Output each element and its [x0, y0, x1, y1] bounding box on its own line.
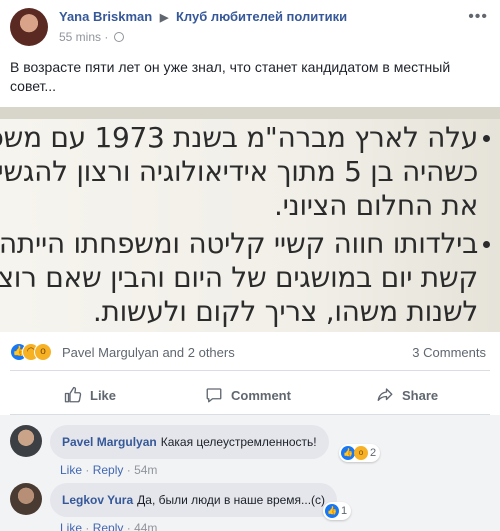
comment-button[interactable]: Comment [205, 376, 291, 414]
post-header: Yana Briskman ▶ Клуб любителей политики … [0, 0, 500, 50]
comment-reaction-count: 1 [341, 505, 348, 517]
post-meta: 55 mins · [59, 30, 124, 44]
globe-icon [113, 32, 124, 42]
like-reaction-icon: 👍 [341, 446, 355, 460]
thumbs-up-icon [64, 386, 82, 403]
comment-reply-link[interactable]: Reply [93, 463, 124, 477]
wow-reaction-icon: o [354, 446, 368, 460]
comment-text: Да, были люди в наше время...(с) [137, 493, 326, 507]
author-name[interactable]: Yana Briskman [59, 9, 152, 24]
wow-reaction-icon: o [34, 343, 52, 361]
bullet-icon [483, 135, 490, 142]
comment-text: Какая целеустремленность! [160, 435, 317, 449]
comment-like-link[interactable]: Like [60, 463, 82, 477]
commenter-avatar[interactable] [10, 425, 42, 457]
action-bar: Like Comment Share [0, 376, 500, 414]
like-button[interactable]: Like [64, 376, 116, 414]
comments-section: Pavel Margulyan Какая целеустремленность… [0, 415, 500, 531]
commenter-name[interactable]: Legkov Yura [62, 493, 133, 507]
more-options-icon[interactable]: ••• [468, 8, 488, 26]
comment-label: Comment [231, 387, 291, 403]
divider [10, 370, 490, 371]
comment-bubble: Pavel Margulyan Какая целеустремленность… [50, 425, 329, 459]
photo-text-line: בילדותו חווה קשיי קליטה ומשפחתו הייתה [0, 227, 478, 260]
photo-top-strip [0, 107, 500, 119]
commenter-name[interactable]: Pavel Margulyan [62, 435, 157, 449]
photo-text-line: לשנות משהו, צריך לקום ולעשות. [92, 295, 478, 328]
share-icon [377, 388, 393, 401]
comment-time[interactable]: 44m [134, 521, 157, 531]
commenter-avatar[interactable] [10, 483, 42, 515]
comments-count[interactable]: 3 Comments [412, 345, 486, 360]
share-label: Share [402, 387, 439, 403]
author-line: Yana Briskman ▶ Клуб любителей политики [59, 9, 347, 24]
like-label: Like [90, 387, 117, 403]
comment-icon [206, 388, 222, 403]
comment-like-link[interactable]: Like [60, 521, 82, 531]
post-stats: 👍 ◠ o Pavel Margulyan and 2 others 3 Com… [0, 340, 500, 366]
photo-text-line: עלה לארץ מברה"מ בשנת 1973 עם משפחתו [0, 121, 478, 154]
post-photo[interactable]: עלה לארץ מברה"מ בשנת 1973 עם משפחתו כשהי… [0, 107, 500, 332]
comment-actions: Like · Reply · 44m [60, 521, 157, 531]
comment-actions: Like · Reply · 54m [60, 463, 158, 477]
post-time[interactable]: 55 mins [59, 30, 101, 44]
bullet-icon [483, 241, 490, 248]
comment-time[interactable]: 54m [134, 463, 157, 477]
post-text: В возрасте пяти лет он уже знал, что ста… [10, 59, 451, 94]
comment-reply-link[interactable]: Reply [93, 521, 124, 531]
comment-reaction-count: 2 [370, 447, 377, 459]
share-button[interactable]: Share [376, 376, 438, 414]
arrow-right-icon: ▶ [159, 12, 169, 24]
photo-text-line: קשת יום במושגים של היום והבין שאם רוצים [0, 261, 478, 294]
group-name[interactable]: Клуб любителей политики [176, 9, 347, 24]
author-avatar[interactable] [10, 8, 48, 46]
photo-text-line: את החלום הציוני. [274, 189, 478, 222]
reactors-text[interactable]: Pavel Margulyan and 2 others [62, 345, 235, 360]
comment-bubble: Legkov Yura Да, были люди в наше время..… [50, 483, 338, 517]
comment-reactions[interactable]: 👍 1 [323, 502, 352, 520]
like-reaction-icon: 👍 [325, 504, 339, 518]
photo-text-line: כשהיה בן 5 מתוך אידיאולוגיה ורצון להגשים [0, 155, 478, 188]
comment-reactions[interactable]: 👍 o 2 [339, 444, 381, 462]
